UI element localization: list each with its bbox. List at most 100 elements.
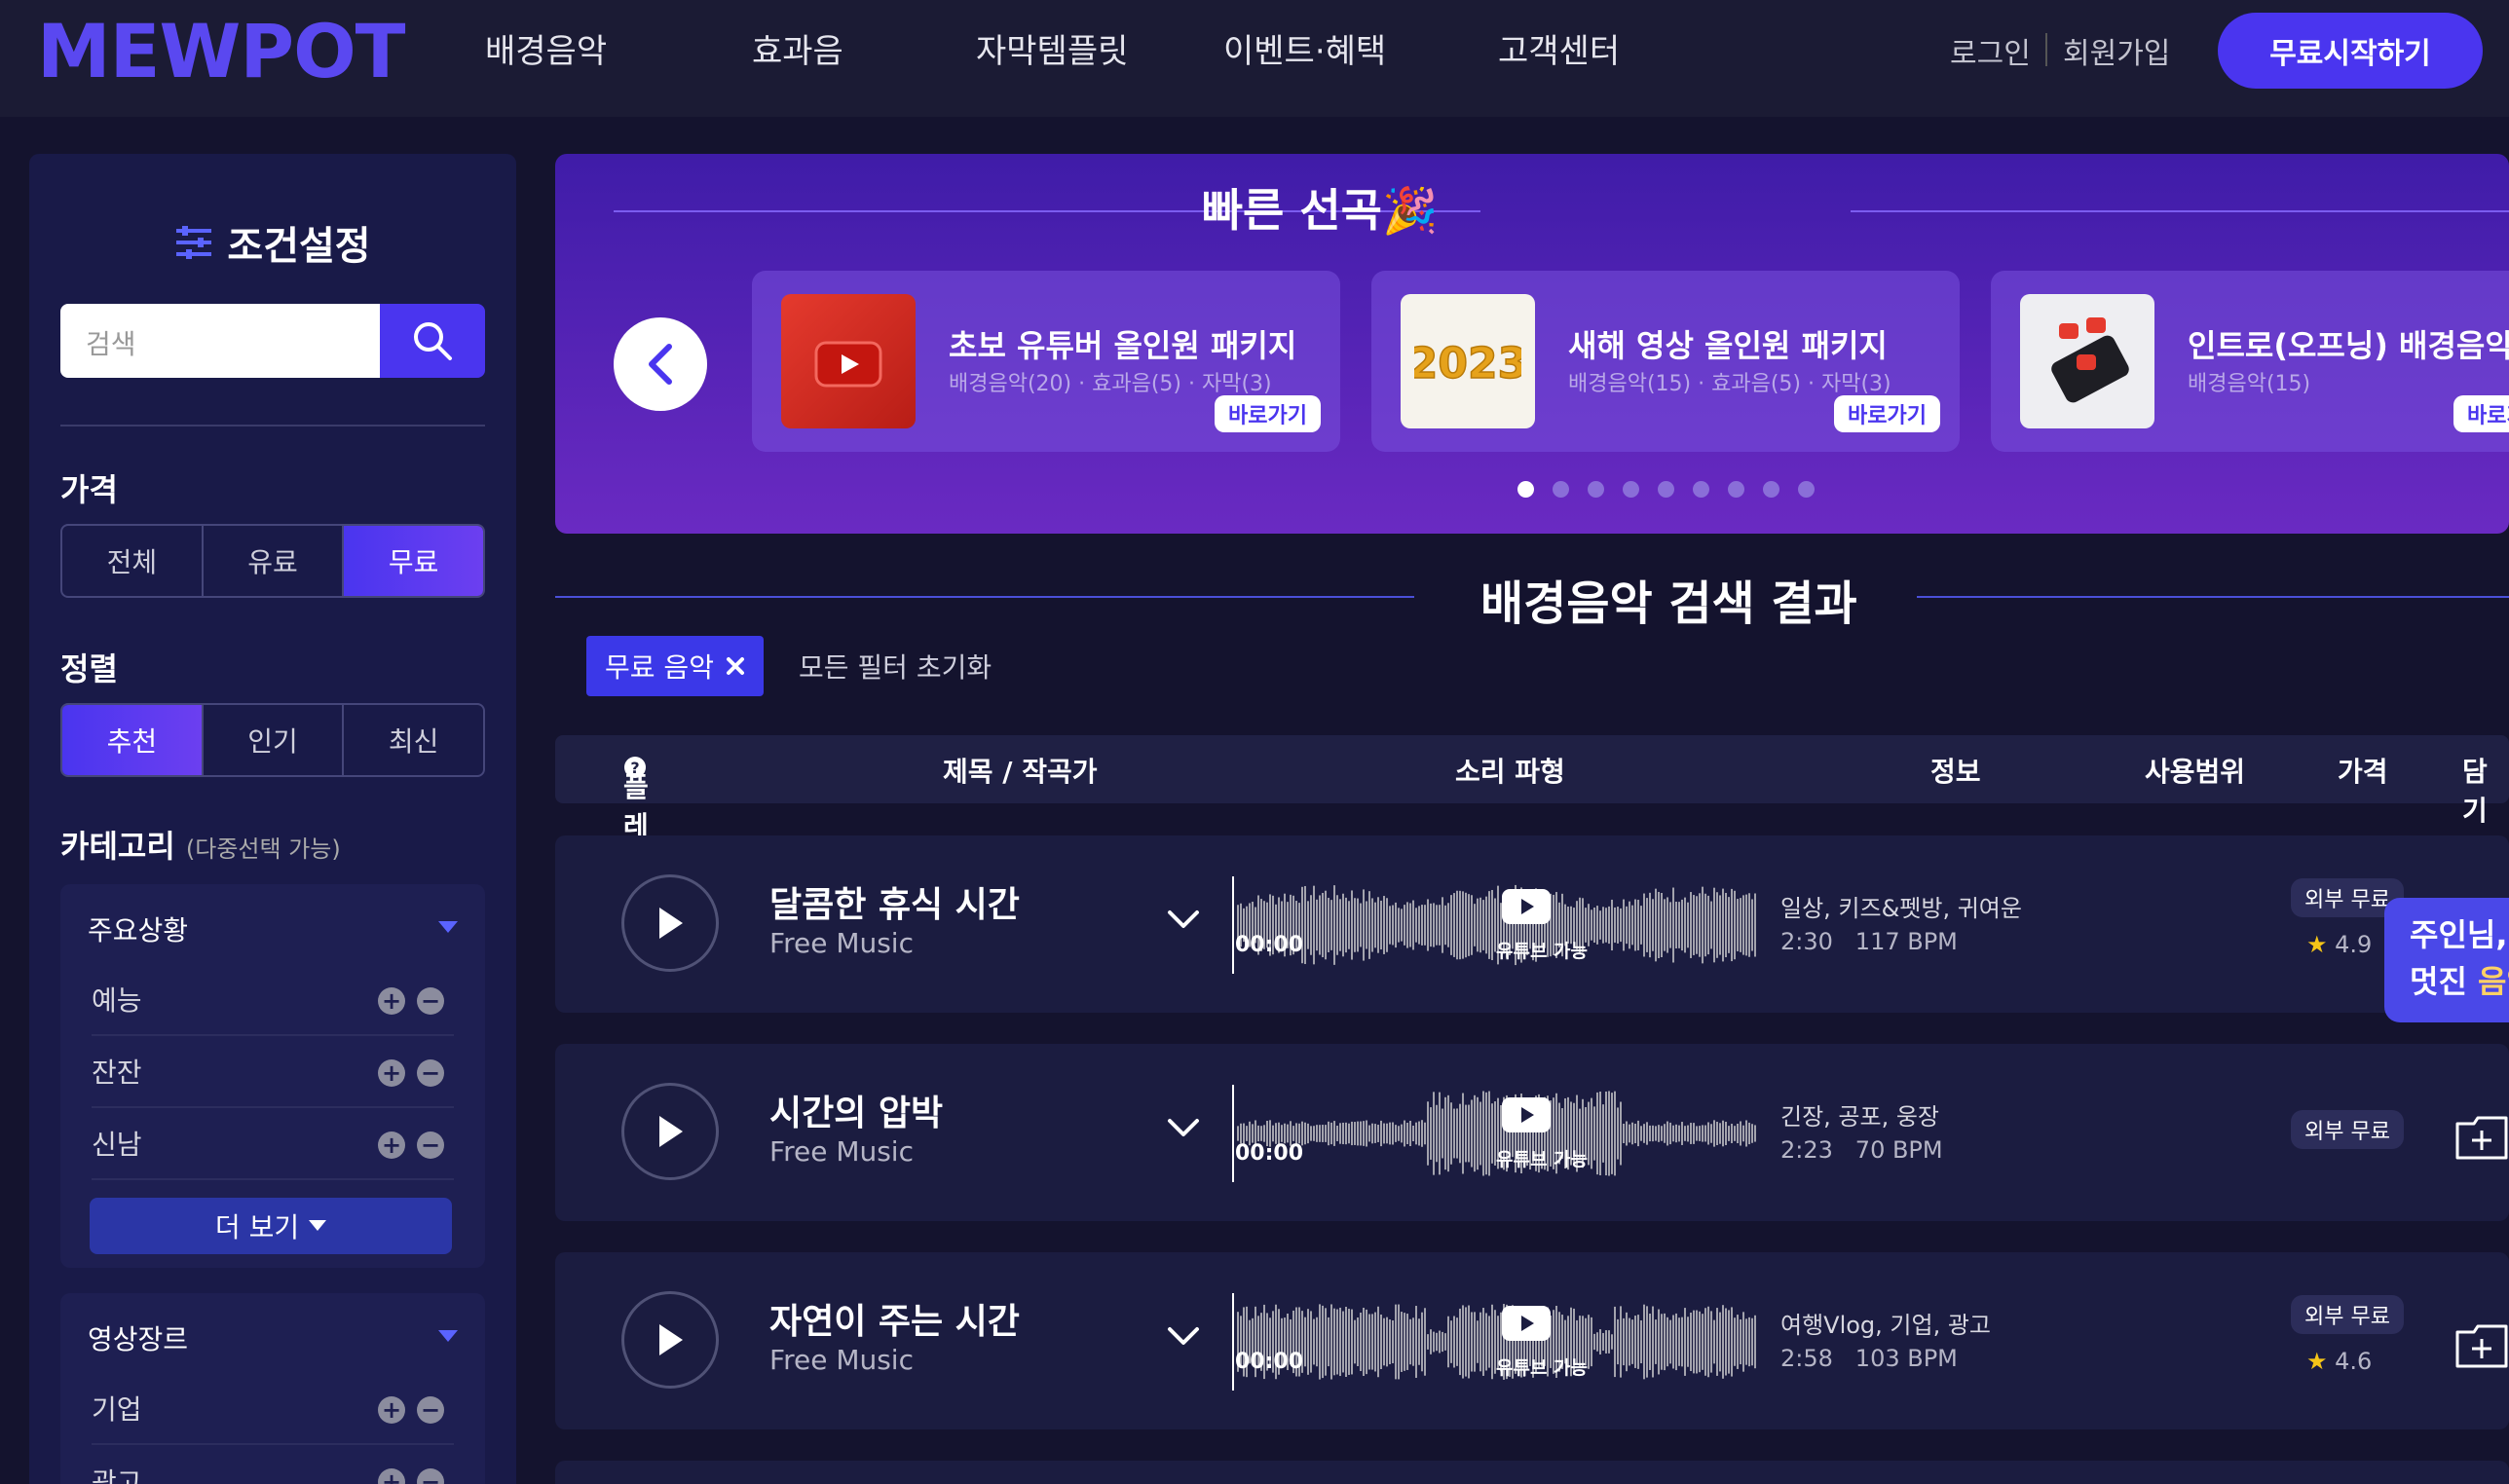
nav-sfx[interactable]: 효과음 xyxy=(752,24,843,72)
nav-support[interactable]: 고객센터 xyxy=(1498,24,1620,72)
caret-down-icon[interactable] xyxy=(438,921,458,933)
waveform-bar xyxy=(1649,892,1651,958)
sort-latest[interactable]: 최신 xyxy=(344,705,483,775)
minus-icon[interactable]: − xyxy=(417,1468,444,1484)
minus-icon[interactable]: − xyxy=(417,1059,444,1087)
go-button[interactable]: 바로가기 xyxy=(1834,395,1940,432)
category-group-title[interactable]: 주요상황 xyxy=(88,909,188,948)
track-row[interactable] xyxy=(555,1461,2509,1484)
chevron-down-icon[interactable] xyxy=(1167,1326,1200,1348)
play-button[interactable] xyxy=(621,874,719,972)
waveform-bar xyxy=(1626,1121,1628,1146)
start-free-button[interactable]: 무료시작하기 xyxy=(2218,13,2483,89)
minus-icon[interactable]: − xyxy=(417,1132,444,1159)
package-card[interactable]: 초보 유튜버 올인원 패키지 배경음악(20) · 효과음(5) · 자막(3)… xyxy=(752,271,1340,452)
nav-events[interactable]: 이벤트·혜택 xyxy=(1223,24,1386,72)
carousel-dot[interactable] xyxy=(1623,481,1639,498)
chat-toast[interactable]: 주인님, 멋진 음악 xyxy=(2384,898,2509,1022)
category-group-title[interactable]: 영상장르 xyxy=(88,1318,188,1357)
waveform-bar xyxy=(1634,1123,1636,1144)
signup-link[interactable]: 회원가입 xyxy=(2063,29,2170,72)
package-card[interactable]: 2023 새해 영상 올인원 패키지 배경음악(15) · 효과음(5) · 자… xyxy=(1371,271,1960,452)
nav-bgm[interactable]: 배경음악 xyxy=(485,24,607,72)
nav-subtitle-templates[interactable]: 자막템플릿 xyxy=(976,24,1128,72)
sort-recommended[interactable]: 추천 xyxy=(62,705,204,775)
carousel-dot[interactable] xyxy=(1763,481,1779,498)
waveform-bar xyxy=(1640,1126,1642,1141)
category-item[interactable]: 광고 + − xyxy=(92,1445,454,1484)
sort-label: 정렬 xyxy=(60,650,118,687)
waveform-bar xyxy=(1336,1309,1338,1375)
caret-down-icon[interactable] xyxy=(438,1330,458,1342)
waveform-bar xyxy=(1593,1106,1595,1161)
plus-icon[interactable]: + xyxy=(378,1396,405,1424)
waveform-bar xyxy=(1669,1319,1671,1364)
active-filter-chip[interactable]: 무료 음악 xyxy=(586,636,764,696)
go-button[interactable]: 바로가기 xyxy=(2453,395,2509,432)
carousel-dot[interactable] xyxy=(1517,481,1534,498)
sort-popular[interactable]: 인기 xyxy=(204,705,345,775)
waveform-bar xyxy=(1409,1120,1411,1147)
close-icon[interactable] xyxy=(726,656,745,676)
minus-icon[interactable]: − xyxy=(417,1396,444,1424)
track-duration: 2:30 xyxy=(1780,928,1833,955)
waveform-bar xyxy=(1745,1318,1747,1365)
search-input[interactable]: 검색 xyxy=(60,304,380,378)
play-button[interactable] xyxy=(621,1291,719,1389)
package-card[interactable]: 인트로(오프닝) 배경음악 배경음악(15) 바로가기 xyxy=(1991,271,2509,452)
plus-icon[interactable]: + xyxy=(378,1132,405,1159)
waveform-bar xyxy=(1436,1332,1438,1352)
reset-filters-link[interactable]: 모든 필터 초기화 xyxy=(799,647,992,686)
carousel-dot[interactable] xyxy=(1728,481,1744,498)
login-link[interactable]: 로그인 xyxy=(1950,29,2031,72)
search-button[interactable] xyxy=(380,304,485,378)
plus-icon[interactable]: + xyxy=(378,1468,405,1484)
waveform-bar xyxy=(1313,1126,1315,1141)
category-item[interactable]: 신남 + − xyxy=(92,1108,454,1180)
chevron-down-icon[interactable] xyxy=(1167,909,1200,931)
add-to-folder-icon[interactable] xyxy=(2454,1114,2509,1161)
more-button[interactable]: 더 보기 xyxy=(90,1198,452,1254)
waveform-bar xyxy=(1617,907,1619,944)
package-title: 초보 유튜버 올인원 패키지 xyxy=(949,327,1297,364)
waveform-bar xyxy=(1643,1304,1645,1380)
track-row[interactable]: 자연이 주는 시간 Free Music 00:00 여행Vlog, 기업, 광… xyxy=(555,1252,2509,1429)
waveform-bar xyxy=(1263,1125,1265,1142)
add-to-folder-icon[interactable] xyxy=(2454,1322,2509,1369)
waveform-bar xyxy=(1751,1317,1753,1366)
waveform-bar xyxy=(1333,885,1335,965)
carousel-dot[interactable] xyxy=(1693,481,1709,498)
waveform-bar xyxy=(1482,1091,1484,1176)
waveform-bar xyxy=(1342,1122,1344,1145)
carousel-dot[interactable] xyxy=(1798,481,1815,498)
chevron-down-icon[interactable] xyxy=(1167,1118,1200,1139)
star-icon: ★ xyxy=(2306,1348,2328,1375)
carousel-dot[interactable] xyxy=(1588,481,1604,498)
prev-slide-button[interactable] xyxy=(614,317,707,411)
mewpot-logo[interactable]: MEWPOT xyxy=(37,8,406,94)
waveform-bar xyxy=(1310,895,1312,955)
waveform-bar xyxy=(1430,903,1432,947)
carousel-dot[interactable] xyxy=(1658,481,1674,498)
category-item[interactable]: 예능 + − xyxy=(92,964,454,1036)
waveform-bar xyxy=(1745,894,1747,956)
carousel-dot[interactable] xyxy=(1553,481,1569,498)
plus-icon[interactable]: + xyxy=(378,987,405,1015)
track-row[interactable]: 시간의 압박 Free Music 00:00 긴장, 공포, 웅장 2:23 … xyxy=(555,1044,2509,1221)
track-row[interactable]: 달콤한 휴식 시간 Free Music 00:00 일상, 키즈&펫방, 귀여… xyxy=(555,835,2509,1013)
play-button[interactable] xyxy=(621,1083,719,1180)
waveform-bar xyxy=(1742,1125,1744,1142)
go-button[interactable]: 바로가기 xyxy=(1215,395,1321,432)
plus-icon[interactable]: + xyxy=(378,1059,405,1087)
minus-icon[interactable]: − xyxy=(417,987,444,1015)
waveform-bar xyxy=(1322,1305,1324,1379)
category-item[interactable]: 기업 + − xyxy=(92,1373,454,1445)
category-group-genre: 영상장르 기업 + − 광고 + − xyxy=(60,1293,485,1484)
waveform-bar xyxy=(1363,1121,1365,1146)
waveform-bar xyxy=(1433,1331,1435,1353)
category-item[interactable]: 잔잔 + − xyxy=(92,1036,454,1108)
track-title[interactable]: 달콤한 휴식 시간 xyxy=(769,876,1020,927)
price-badge: 외부 무료 xyxy=(2291,1295,2404,1334)
track-title[interactable]: 자연이 주는 시간 xyxy=(769,1293,1020,1344)
track-title[interactable]: 시간의 압박 xyxy=(769,1085,943,1135)
